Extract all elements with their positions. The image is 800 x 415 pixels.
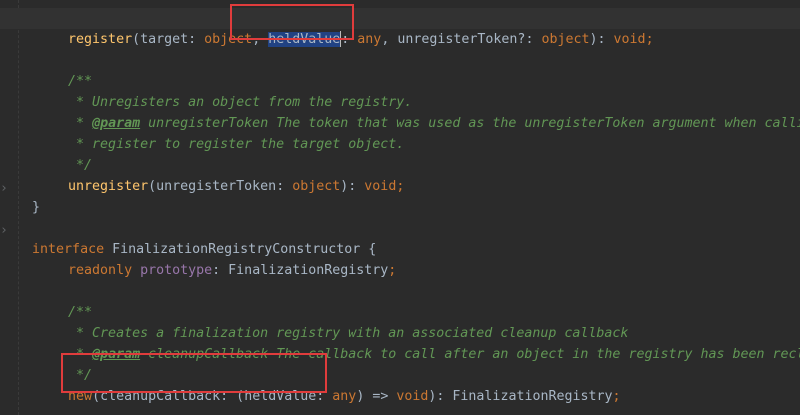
selected-identifier[interactable]: heldValue [268,32,341,47]
method-name: unregister [68,179,149,194]
code-line: * register to register the target object… [68,137,405,152]
code-line-register[interactable]: register(target: object, heldValue: any,… [0,8,800,47]
code-line: * Unregisters an object from the registr… [68,95,413,110]
code-line-readonly[interactable]: readonly prototype: FinalizationRegistry… [0,239,396,278]
code-line: */ [68,368,93,383]
code-line: * @param unregisterToken The token that … [68,116,800,131]
code-line-new[interactable]: new(cleanupCallback: (heldValue: any) =>… [0,365,621,404]
code-line: * Creates a finalization registry with a… [68,326,629,341]
code-editor[interactable]: */ register(target: object, heldValue: a… [0,0,800,415]
fold-marker-icon[interactable]: › [0,224,8,238]
code-line-interface[interactable]: interface FinalizationRegistryConstructo… [0,218,376,257]
keyword: new [68,389,93,404]
code-line: /** [68,305,93,320]
code-line: */ [68,158,93,173]
jsdoc-tag: @param [92,347,141,362]
code-line-unregister[interactable]: unregister(unregisterToken: object): voi… [0,155,404,194]
fold-marker-icon[interactable]: › [0,182,8,196]
method-name: register [68,32,133,47]
code-line: * @param cleanupCallback The callback to… [68,347,800,362]
code-line: */ [0,0,92,25]
code-line: /** [68,74,93,89]
